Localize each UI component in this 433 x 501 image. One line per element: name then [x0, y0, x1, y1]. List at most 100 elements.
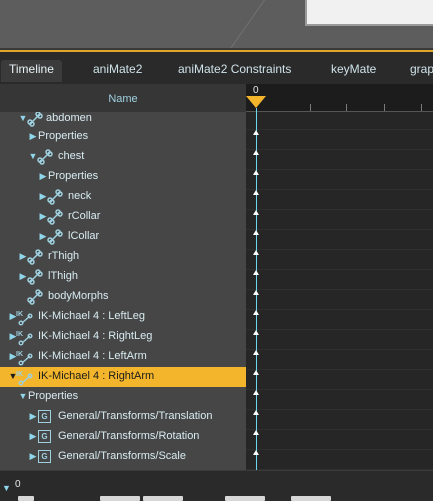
timeline-track-area[interactable] [246, 112, 433, 470]
track-row-divider [246, 429, 433, 430]
tree-row-label: lCollar [68, 230, 100, 242]
track-row-divider [246, 209, 433, 210]
g-property-icon: G [38, 430, 51, 443]
tree-row[interactable]: ▶ lThigh [0, 267, 246, 287]
tree-row[interactable]: ▶ lCollar [0, 227, 246, 247]
track-row-divider [246, 169, 433, 170]
tree-row[interactable]: ▶ rThigh [0, 247, 246, 267]
scene-viewport[interactable] [0, 0, 433, 50]
playhead-handle[interactable] [246, 96, 266, 108]
keyframe-marker[interactable] [253, 270, 259, 275]
tab-animate2[interactable]: aniMate2 [93, 60, 142, 80]
playback-button[interactable] [143, 496, 183, 501]
tree-row[interactable]: bodyMorphs [0, 287, 246, 307]
keyframe-marker[interactable] [253, 150, 259, 155]
viewport-edge-line [228, 0, 265, 50]
tree-row[interactable]: ▶ Properties [0, 127, 246, 147]
track-row-divider [246, 389, 433, 390]
keyframe-marker[interactable] [253, 410, 259, 415]
tree-row-label: Properties [48, 170, 99, 182]
track-row-divider [246, 149, 433, 150]
bone-icon [46, 188, 64, 206]
ik-chain-icon: IK [16, 368, 34, 386]
current-frame: 0 [15, 479, 21, 490]
collapsed-arrow-icon[interactable]: ▶ [28, 131, 38, 141]
keyframe-marker[interactable] [253, 230, 259, 235]
playhead-line [253, 108, 259, 470]
collapsed-arrow-icon[interactable]: ▶ [28, 431, 38, 441]
tree-row[interactable]: ▶ IK IK-Michael 4 : RightLeg [0, 327, 246, 347]
keyframe-marker[interactable] [253, 130, 259, 135]
keyframe-marker[interactable] [253, 390, 259, 395]
tab-animate2-constraints[interactable]: aniMate2 Constraints [178, 60, 291, 80]
ik-chain-icon: IK [16, 348, 34, 366]
tree-row[interactable]: ▶ IK IK-Michael 4 : LeftArm [0, 347, 246, 367]
svg-text:IK: IK [16, 351, 23, 358]
tree-row[interactable]: ▶ G General/Transforms/Translation [0, 407, 246, 427]
tree-row-label: IK-Michael 4 : LeftLeg [38, 310, 146, 322]
keyframe-marker[interactable] [253, 310, 259, 315]
collapse-arrow-icon[interactable]: ▼ [2, 483, 11, 493]
collapsed-arrow-icon[interactable]: ▶ [28, 411, 38, 421]
tree-row[interactable]: ▼ Properties [0, 387, 246, 407]
tab-timeline[interactable]: Timeline [1, 60, 62, 82]
ruler-tick [346, 104, 347, 111]
tree-row[interactable]: ▶ Properties [0, 167, 246, 187]
track-row-divider [246, 289, 433, 290]
tree-row[interactable]: ▼ chest [0, 147, 246, 167]
tree-row[interactable]: ▶ neck [0, 187, 246, 207]
collapsed-arrow-icon[interactable]: ▶ [28, 451, 38, 461]
ik-chain-icon: IK [16, 328, 34, 346]
tab-keymate[interactable]: keyMate [331, 60, 376, 80]
playback-button[interactable] [225, 496, 265, 501]
tree-row-label: IK-Michael 4 : RightLeg [38, 330, 153, 342]
tree-row-label: Properties [28, 390, 79, 402]
keyframe-marker[interactable] [253, 170, 259, 175]
playback-bar: ▼ 0 [0, 470, 433, 501]
tree-row[interactable]: ▶ G General/Transforms/Rotation [0, 427, 246, 447]
keyframe-marker[interactable] [253, 250, 259, 255]
bone-icon [36, 148, 54, 166]
bone-icon [26, 268, 44, 286]
g-property-icon: G [38, 410, 51, 423]
collapsed-arrow-icon[interactable]: ▶ [38, 171, 48, 181]
ruler-tick [384, 104, 385, 111]
track-row-divider [246, 129, 433, 130]
track-row-divider [246, 329, 433, 330]
track-row-divider [246, 249, 433, 250]
ruler-frame-label: 0 [253, 85, 259, 96]
viewport-object [305, 0, 433, 26]
tree-row-label: rCollar [68, 210, 101, 222]
keyframe-marker[interactable] [253, 350, 259, 355]
svg-text:IK: IK [16, 331, 23, 338]
ruler-tick [421, 104, 422, 111]
expanded-arrow-icon[interactable]: ▼ [18, 391, 28, 401]
keyframe-marker[interactable] [253, 190, 259, 195]
playback-button[interactable] [291, 496, 331, 501]
tree-row[interactable]: ▶ IK IK-Michael 4 : LeftLeg [0, 307, 246, 327]
tree-row[interactable]: ▼ IK IK-Michael 4 : RightArm [0, 367, 246, 387]
playback-button[interactable] [100, 496, 140, 501]
keyframe-marker[interactable] [253, 370, 259, 375]
tree-row-label: IK-Michael 4 : RightArm [38, 370, 155, 382]
timeline-ruler[interactable] [246, 84, 433, 112]
tree-row[interactable]: ▶ rCollar [0, 207, 246, 227]
tab-bar: Timeline aniMate2 aniMate2 Constraints k… [0, 50, 433, 84]
svg-text:IK: IK [16, 311, 23, 318]
tree-row[interactable]: ▶ G General/Transforms/Scale [0, 447, 246, 467]
keyframe-marker[interactable] [253, 330, 259, 335]
track-row-divider [246, 229, 433, 230]
bone-icon [46, 228, 64, 246]
playback-button[interactable] [18, 496, 34, 501]
tree-column-header[interactable]: Name [0, 84, 246, 112]
keyframe-marker[interactable] [253, 450, 259, 455]
tree-row-label: rThigh [48, 250, 80, 262]
scene-tree: ▼ abdomen ▶ Properties ▼ chest ▶ Properties ▶ nec… [0, 112, 246, 470]
keyframe-marker[interactable] [253, 290, 259, 295]
keyframe-marker[interactable] [253, 210, 259, 215]
tab-graph[interactable]: grap [410, 60, 433, 80]
keyframe-marker[interactable] [253, 430, 259, 435]
track-row-divider [246, 449, 433, 450]
tree-row-label: lThigh [48, 270, 78, 282]
track-row-divider [246, 189, 433, 190]
